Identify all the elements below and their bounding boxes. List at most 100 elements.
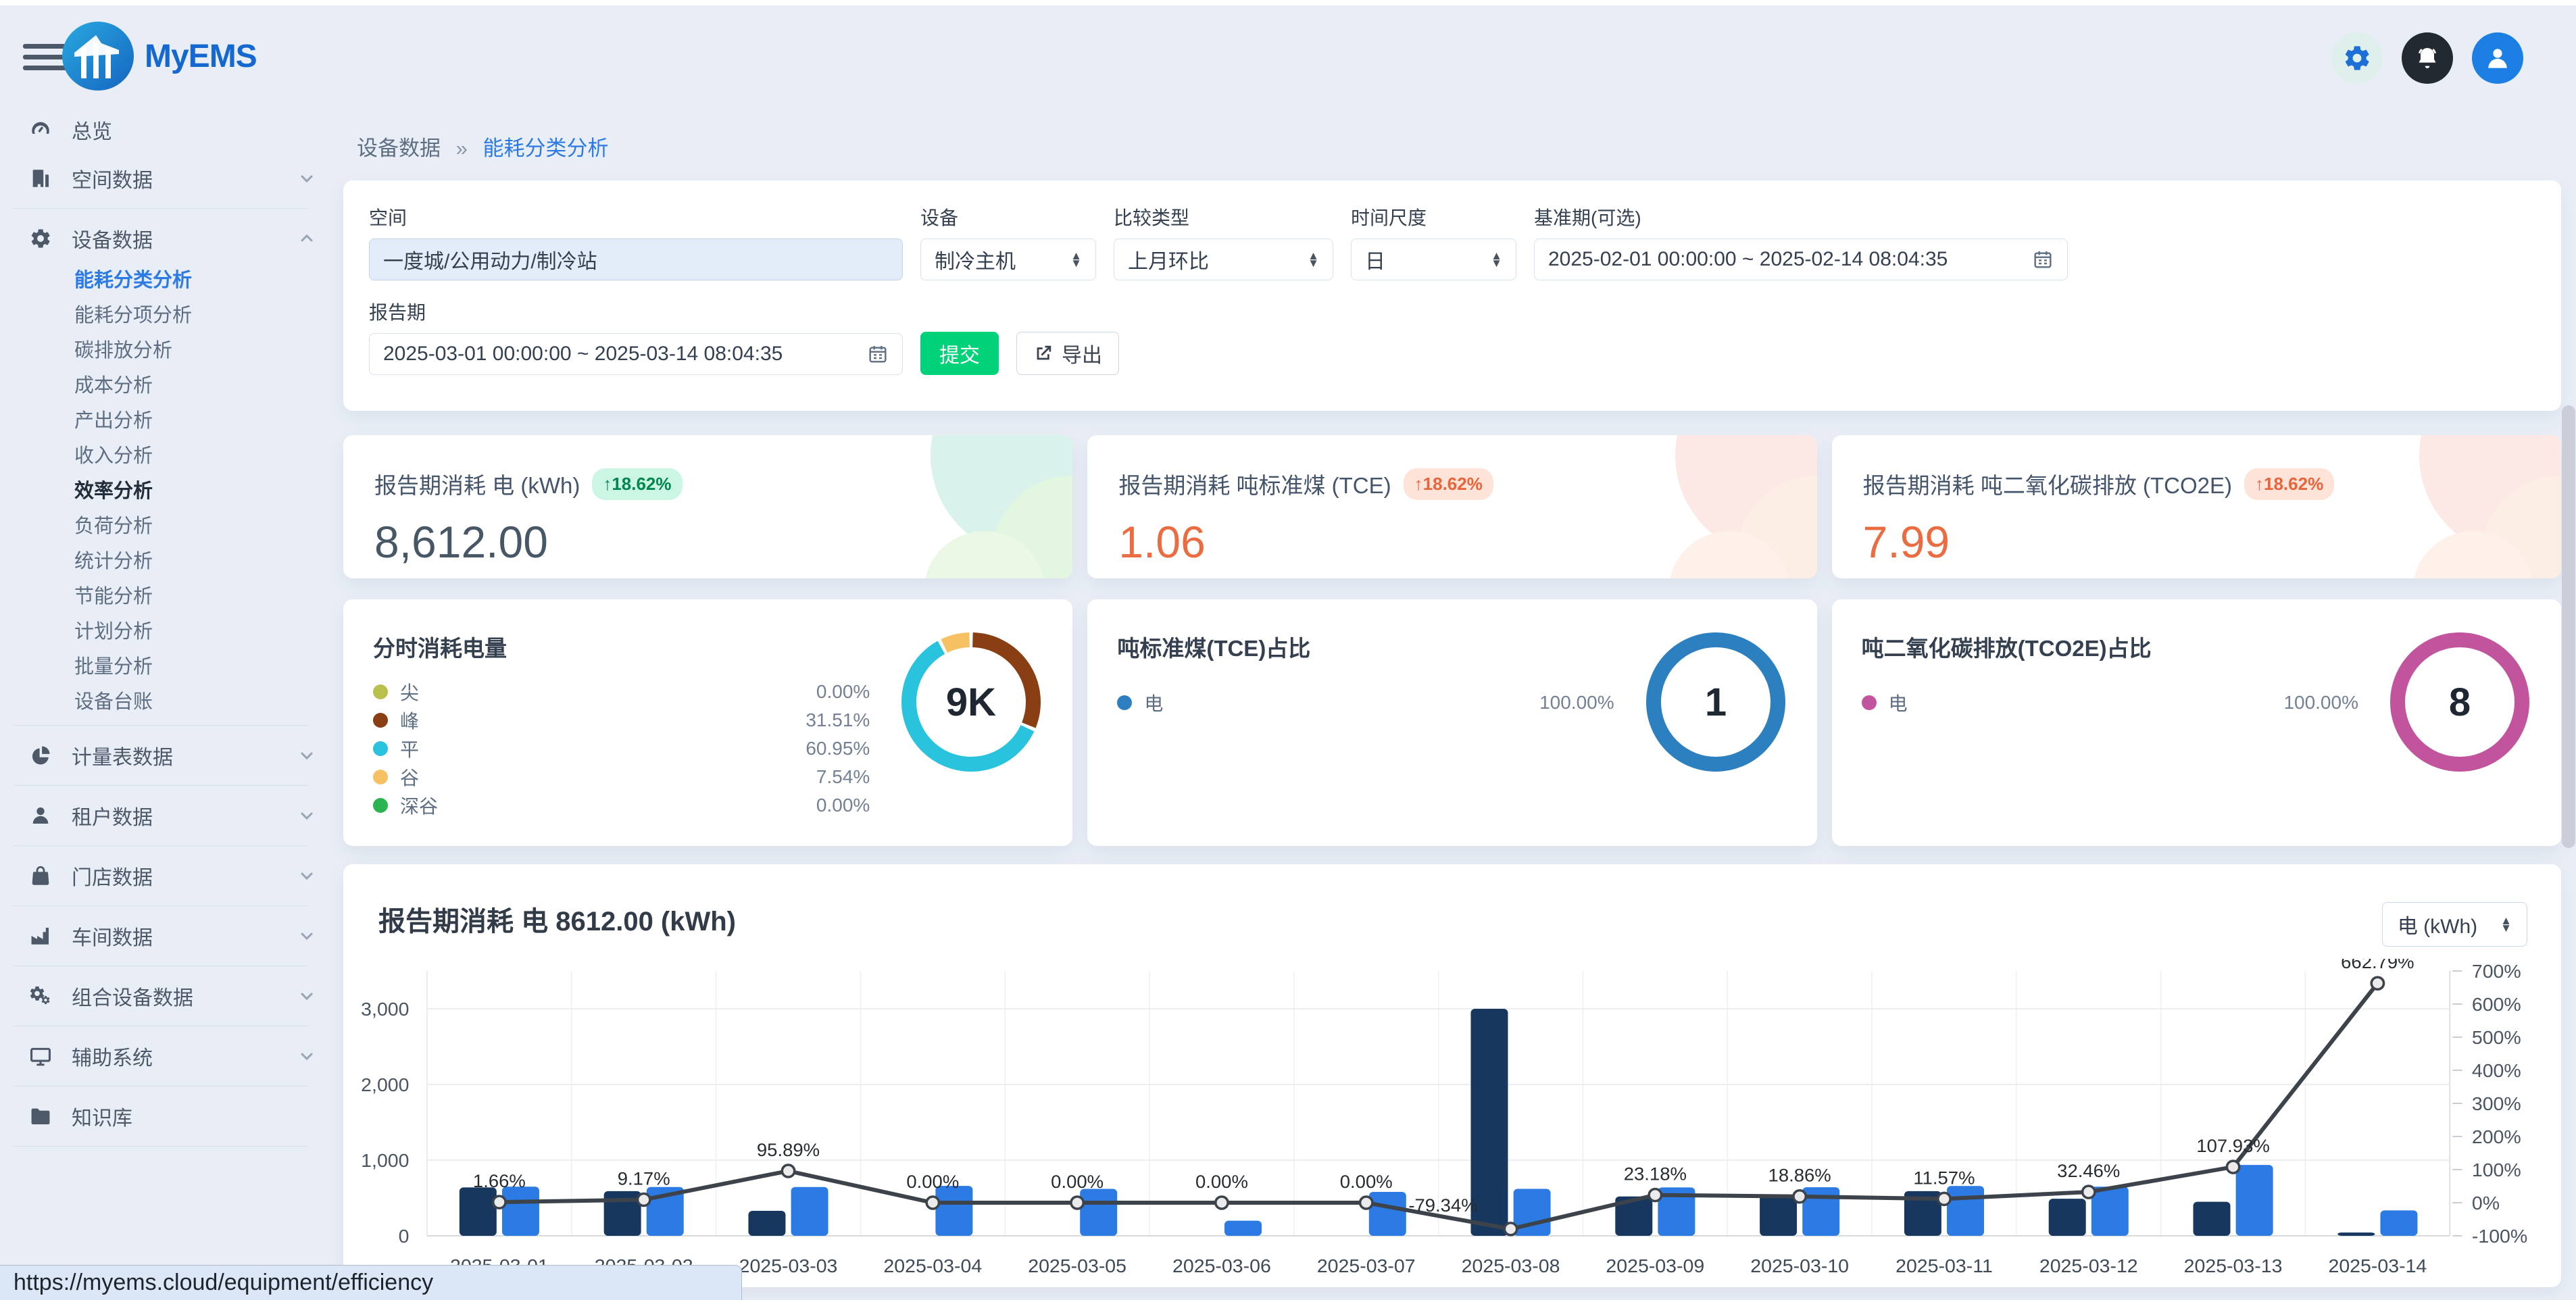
svg-text:400%: 400%	[2472, 1059, 2521, 1081]
tou-consumption-card: 分时消耗电量 尖0.00% 峰31.51% 平60.95% 谷7.54% 深谷0…	[343, 599, 1072, 846]
legend-item: 谷 7.54%	[373, 763, 870, 791]
chevron-down-icon	[297, 986, 316, 1005]
svg-text:662.79%: 662.79%	[2341, 959, 2414, 972]
sidebar-item-equipment-data[interactable]: 设备数据	[0, 214, 343, 263]
sidebar-subitem-energy-category[interactable]: 能耗分类分析	[0, 263, 343, 298]
space-input[interactable]: 一度城/公用动力/制冷站	[369, 239, 903, 280]
sidebar-subitem-batch[interactable]: 批量分析	[0, 649, 343, 684]
breadcrumb-current[interactable]: 能耗分类分析	[483, 136, 609, 160]
stat-card-value: 7.99	[1863, 516, 2530, 568]
comparison-select[interactable]: 上月环比 ▲▼	[1114, 239, 1333, 280]
sidebar-item-store-data[interactable]: 门店数据	[0, 851, 343, 900]
legend-item: 深谷0.00%	[373, 791, 870, 820]
sidebar-subitem-efficiency[interactable]: 效率分析	[0, 474, 343, 509]
legend-percent: 7.54%	[816, 766, 870, 788]
report-period-input[interactable]: 2025-03-01 00:00:00 ~ 2025-03-14 08:04:3…	[369, 333, 903, 375]
select-arrows-icon: ▲▼	[1308, 252, 1319, 267]
legend-item: 峰31.51%	[373, 706, 870, 734]
divider	[14, 905, 308, 906]
svg-text:1.66%: 1.66%	[473, 1170, 526, 1191]
folder-icon	[28, 1104, 53, 1128]
svg-text:2025-03-05: 2025-03-05	[1028, 1255, 1126, 1276]
report-period-value: 2025-03-01 00:00:00 ~ 2025-03-14 08:04:3…	[383, 343, 783, 366]
stat-cards-row: 报告期消耗 电 (kWh) ↑18.62% 8,612.00 报告期消耗 吨标准…	[343, 435, 2561, 578]
base-period-input[interactable]: 2025-02-01 00:00:00 ~ 2025-02-14 08:04:3…	[1534, 239, 2068, 280]
energy-type-value: 电 (kWh)	[2398, 909, 2477, 939]
consumption-chart-card: 报告期消耗 电 8612.00 (kWh) 电 (kWh) ▲▼ 01,0002…	[343, 864, 2561, 1287]
base-period-field-group: 基准期(可选) 2025-02-01 00:00:00 ~ 2025-02-14…	[1534, 203, 2068, 280]
sidebar-item-overview[interactable]: 总览	[0, 105, 343, 154]
sidebar-item-space-data[interactable]: 空间数据	[0, 154, 343, 203]
chevron-down-icon	[297, 806, 316, 825]
sidebar-subitem-saving[interactable]: 节能分析	[0, 579, 343, 614]
vertical-scrollbar[interactable]	[2562, 405, 2575, 848]
notifications-bell-icon[interactable]	[2402, 32, 2453, 84]
legend-dot	[1117, 695, 1132, 710]
svg-text:2025-03-11: 2025-03-11	[1896, 1255, 1993, 1276]
bag-icon	[28, 864, 53, 888]
legend-percent: 0.00%	[816, 795, 870, 816]
top-strip	[0, 0, 2576, 5]
legend-label: 谷	[400, 764, 419, 791]
legend-item: 平60.95%	[373, 734, 870, 763]
select-arrows-icon: ▲▼	[1491, 252, 1502, 267]
export-button[interactable]: 导出	[1016, 332, 1119, 375]
stat-card-title: 报告期消耗 吨标准煤 (TCE)	[1118, 468, 1391, 500]
svg-text:2025-03-07: 2025-03-07	[1317, 1255, 1416, 1276]
divider	[14, 725, 308, 726]
legend-dot	[373, 713, 388, 728]
settings-gear-icon[interactable]	[2331, 32, 2383, 84]
sidebar-subitem-energy-item[interactable]: 能耗分项分析	[0, 298, 343, 333]
sidebar: 总览 空间数据 设备数据 能耗分类分析 能耗分项分析 碳排放分析 成本分析 产出…	[0, 101, 343, 1300]
svg-text:-100%: -100%	[2472, 1225, 2527, 1247]
tou-legend: 尖 0.00% 峰31.51% 平60.95% 谷 7.54% 深谷0.00%	[373, 678, 870, 820]
building-icon	[28, 166, 53, 191]
svg-text:107.93%: 107.93%	[2196, 1135, 2269, 1156]
monitor-icon	[28, 1044, 53, 1068]
stat-card-tco2e: 报告期消耗 吨二氧化碳排放 (TCO2E) ↑18.62% 7.99	[1832, 435, 2561, 578]
sidebar-subitem-output[interactable]: 产出分析	[0, 403, 343, 439]
sidebar-subitem-plan[interactable]: 计划分析	[0, 614, 343, 649]
sidebar-item-knowledge-base[interactable]: 知识库	[0, 1092, 343, 1141]
svg-text:2025-03-13: 2025-03-13	[2184, 1255, 2283, 1276]
legend-percent: 31.51%	[806, 709, 870, 731]
sidebar-subitem-carbon[interactable]: 碳排放分析	[0, 333, 343, 368]
sidebar-item-combined-equipment-data[interactable]: 组合设备数据	[0, 972, 343, 1020]
user-avatar-icon[interactable]	[2472, 32, 2523, 84]
gears-icon	[28, 984, 53, 1008]
divider	[14, 1146, 308, 1147]
chevron-down-icon	[297, 746, 316, 765]
equipment-select[interactable]: 制冷主机 ▲▼	[920, 239, 1096, 280]
legend-dot	[373, 770, 388, 784]
sidebar-subitem-income[interactable]: 收入分析	[0, 439, 343, 474]
sidebar-subitem-ledger[interactable]: 设备台账	[0, 684, 343, 720]
equipment-label: 设备	[920, 203, 1096, 230]
equipment-submenu: 能耗分类分析 能耗分项分析 碳排放分析 成本分析 产出分析 收入分析 效率分析 …	[0, 263, 343, 720]
energy-type-select[interactable]: 电 (kWh) ▲▼	[2382, 902, 2527, 947]
report-period-label: 报告期	[369, 298, 903, 325]
sidebar-item-shopfloor-data[interactable]: 车间数据	[0, 911, 343, 960]
svg-text:9K: 9K	[946, 680, 996, 724]
brand-logo[interactable]: MyEMS	[61, 20, 257, 92]
chevron-down-icon	[297, 866, 316, 885]
legend-percent: 100.00%	[2283, 692, 2358, 714]
calendar-icon	[2032, 249, 2054, 270]
sidebar-item-auxiliary-system[interactable]: 辅助系统	[0, 1032, 343, 1080]
user-icon	[28, 803, 53, 828]
period-type-select[interactable]: 日 ▲▼	[1351, 239, 1516, 280]
sidebar-subitem-cost[interactable]: 成本分析	[0, 368, 343, 403]
bar-line-chart: 01,0002,0003,000-100%0%100%200%300%400%5…	[351, 959, 2553, 1283]
sidebar-item-meter-data[interactable]: 计量表数据	[0, 731, 343, 780]
period-type-label: 时间尺度	[1351, 203, 1516, 230]
legend-label: 尖	[400, 678, 419, 705]
sidebar-subitem-statistics[interactable]: 统计分析	[0, 544, 343, 579]
navbar: MyEMS	[0, 5, 2576, 101]
svg-text:0.00%: 0.00%	[906, 1171, 959, 1192]
submit-button[interactable]: 提交	[920, 332, 999, 375]
sidebar-subitem-load[interactable]: 负荷分析	[0, 509, 343, 544]
legend-label: 电	[1889, 689, 1908, 716]
legend-item: 电100.00%	[1117, 689, 1614, 717]
legend-percent: 100.00%	[1539, 692, 1614, 714]
svg-text:600%: 600%	[2472, 993, 2521, 1015]
sidebar-item-tenant-data[interactable]: 租户数据	[0, 791, 343, 840]
